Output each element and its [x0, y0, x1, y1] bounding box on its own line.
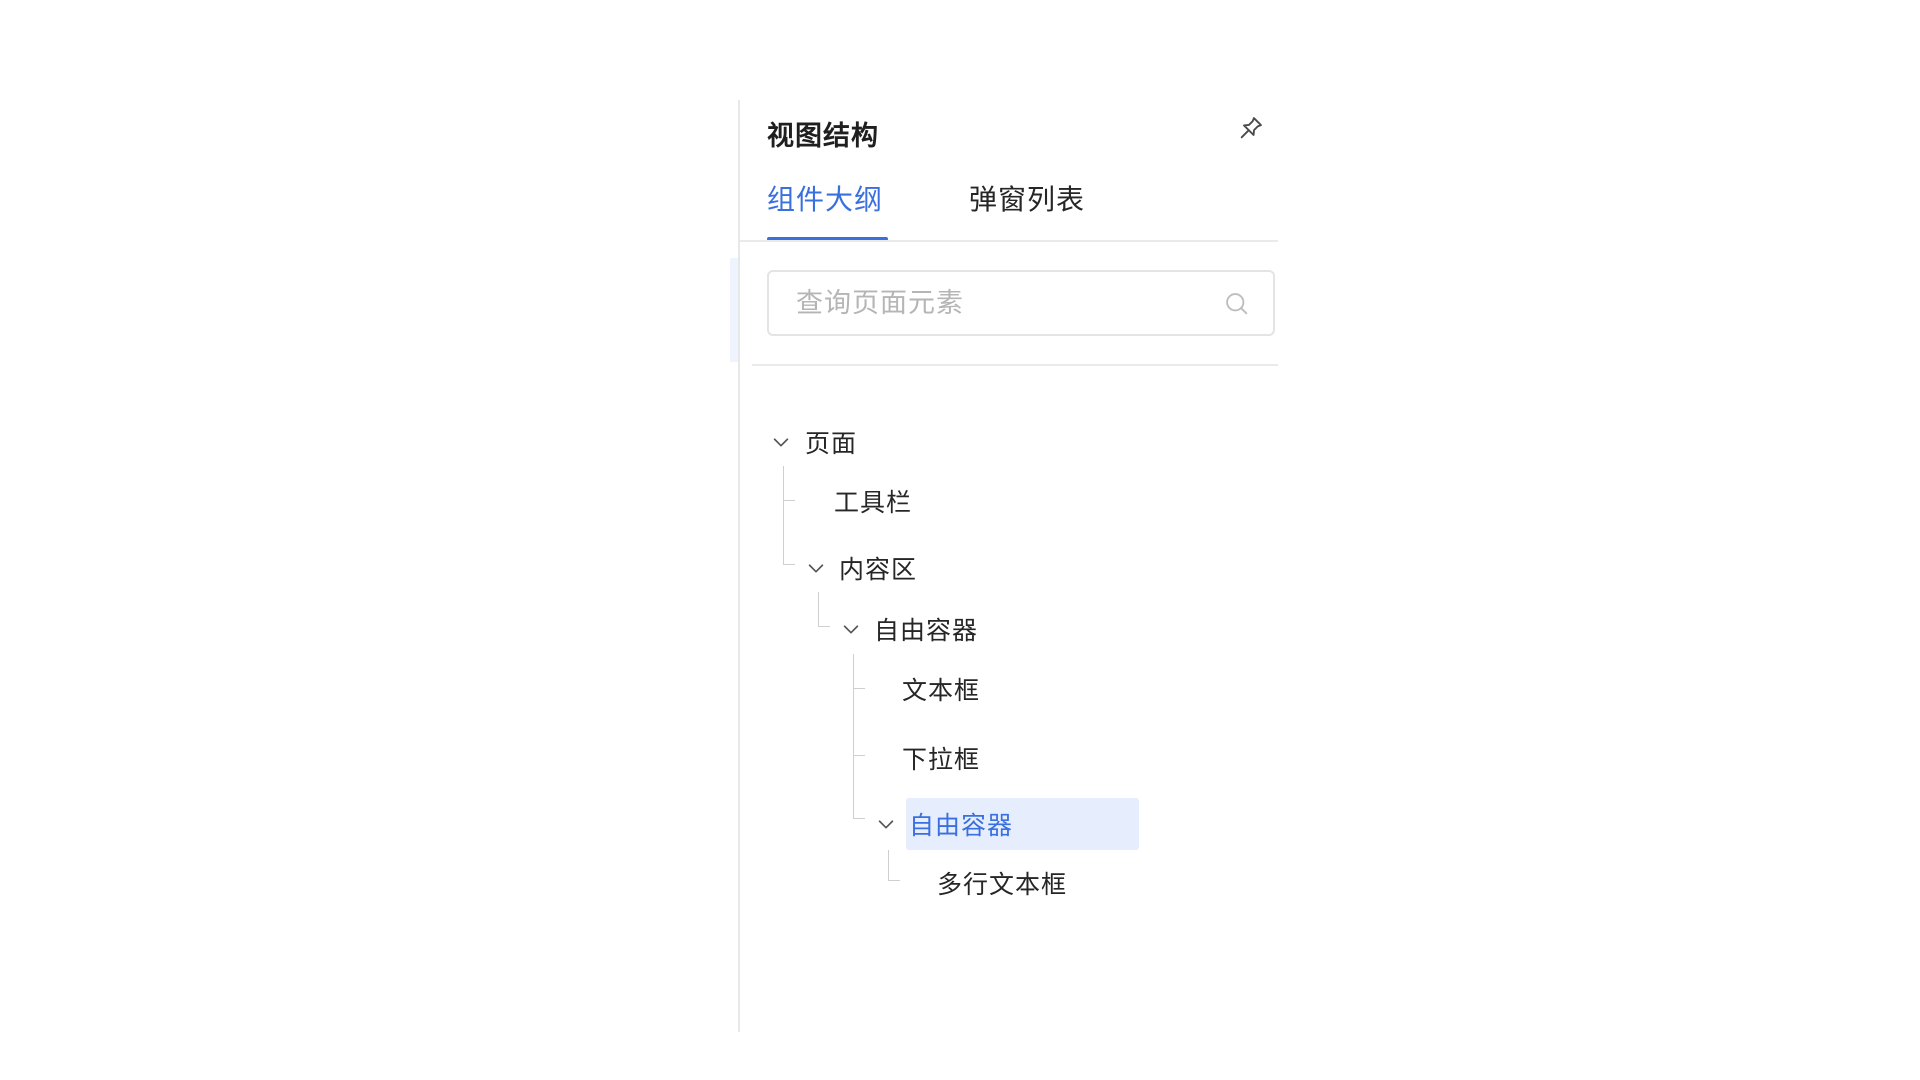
tree-guide-line: [888, 880, 900, 881]
tree-node-toolbar[interactable]: 工具栏: [834, 476, 912, 526]
tree-node-content-area[interactable]: 内容区: [801, 543, 917, 593]
tree-node-page[interactable]: 页面: [766, 417, 857, 467]
tree-node-label: 自由容器: [874, 616, 979, 645]
tree-node-free-container[interactable]: 自由容器: [836, 604, 978, 654]
tree-guide-line: [818, 626, 830, 627]
tree-node-free-container-selected[interactable]: 自由容器: [871, 799, 1013, 849]
tree-guide-line: [783, 500, 795, 501]
view-structure-panel: 视图结构 组件大纲 弹窗列表 查询页面元素 页面 工具栏 内容区 自由容器 文本…: [740, 100, 1278, 1032]
tree-node-label: 文本框: [902, 676, 981, 705]
tree-guide-line: [853, 818, 865, 819]
chevron-down-icon[interactable]: [836, 614, 866, 644]
tree-node-label: 自由容器: [909, 811, 1014, 840]
component-tree: 页面 工具栏 内容区 自由容器 文本框 下拉框 自由容器 多行文本框: [740, 100, 1278, 1032]
tree-node-dropdown[interactable]: 下拉框: [902, 733, 980, 783]
tree-guide-line: [783, 466, 784, 564]
tree-guide-line: [888, 850, 889, 880]
tree-node-label: 内容区: [839, 555, 918, 584]
tree-node-label: 下拉框: [902, 745, 981, 774]
tree-guide-line: [783, 564, 795, 565]
chevron-down-icon[interactable]: [766, 427, 796, 457]
tree-guide-line: [853, 755, 865, 756]
tree-node-text-box[interactable]: 文本框: [902, 664, 980, 714]
tree-node-multiline-text-box[interactable]: 多行文本框: [937, 858, 1067, 908]
tree-guide-line: [853, 654, 854, 818]
chevron-down-icon[interactable]: [801, 553, 831, 583]
canvas: 视图结构 组件大纲 弹窗列表 查询页面元素 页面 工具栏 内容区 自由容器 文本…: [0, 0, 1920, 1080]
panel-resize-handle[interactable]: [730, 258, 738, 362]
tree-node-label: 多行文本框: [937, 870, 1068, 899]
chevron-down-icon[interactable]: [871, 809, 901, 839]
tree-guide-line: [818, 592, 819, 626]
tree-guide-line: [853, 688, 865, 689]
tree-node-label: 工具栏: [834, 488, 913, 517]
tree-node-label: 页面: [805, 429, 858, 458]
